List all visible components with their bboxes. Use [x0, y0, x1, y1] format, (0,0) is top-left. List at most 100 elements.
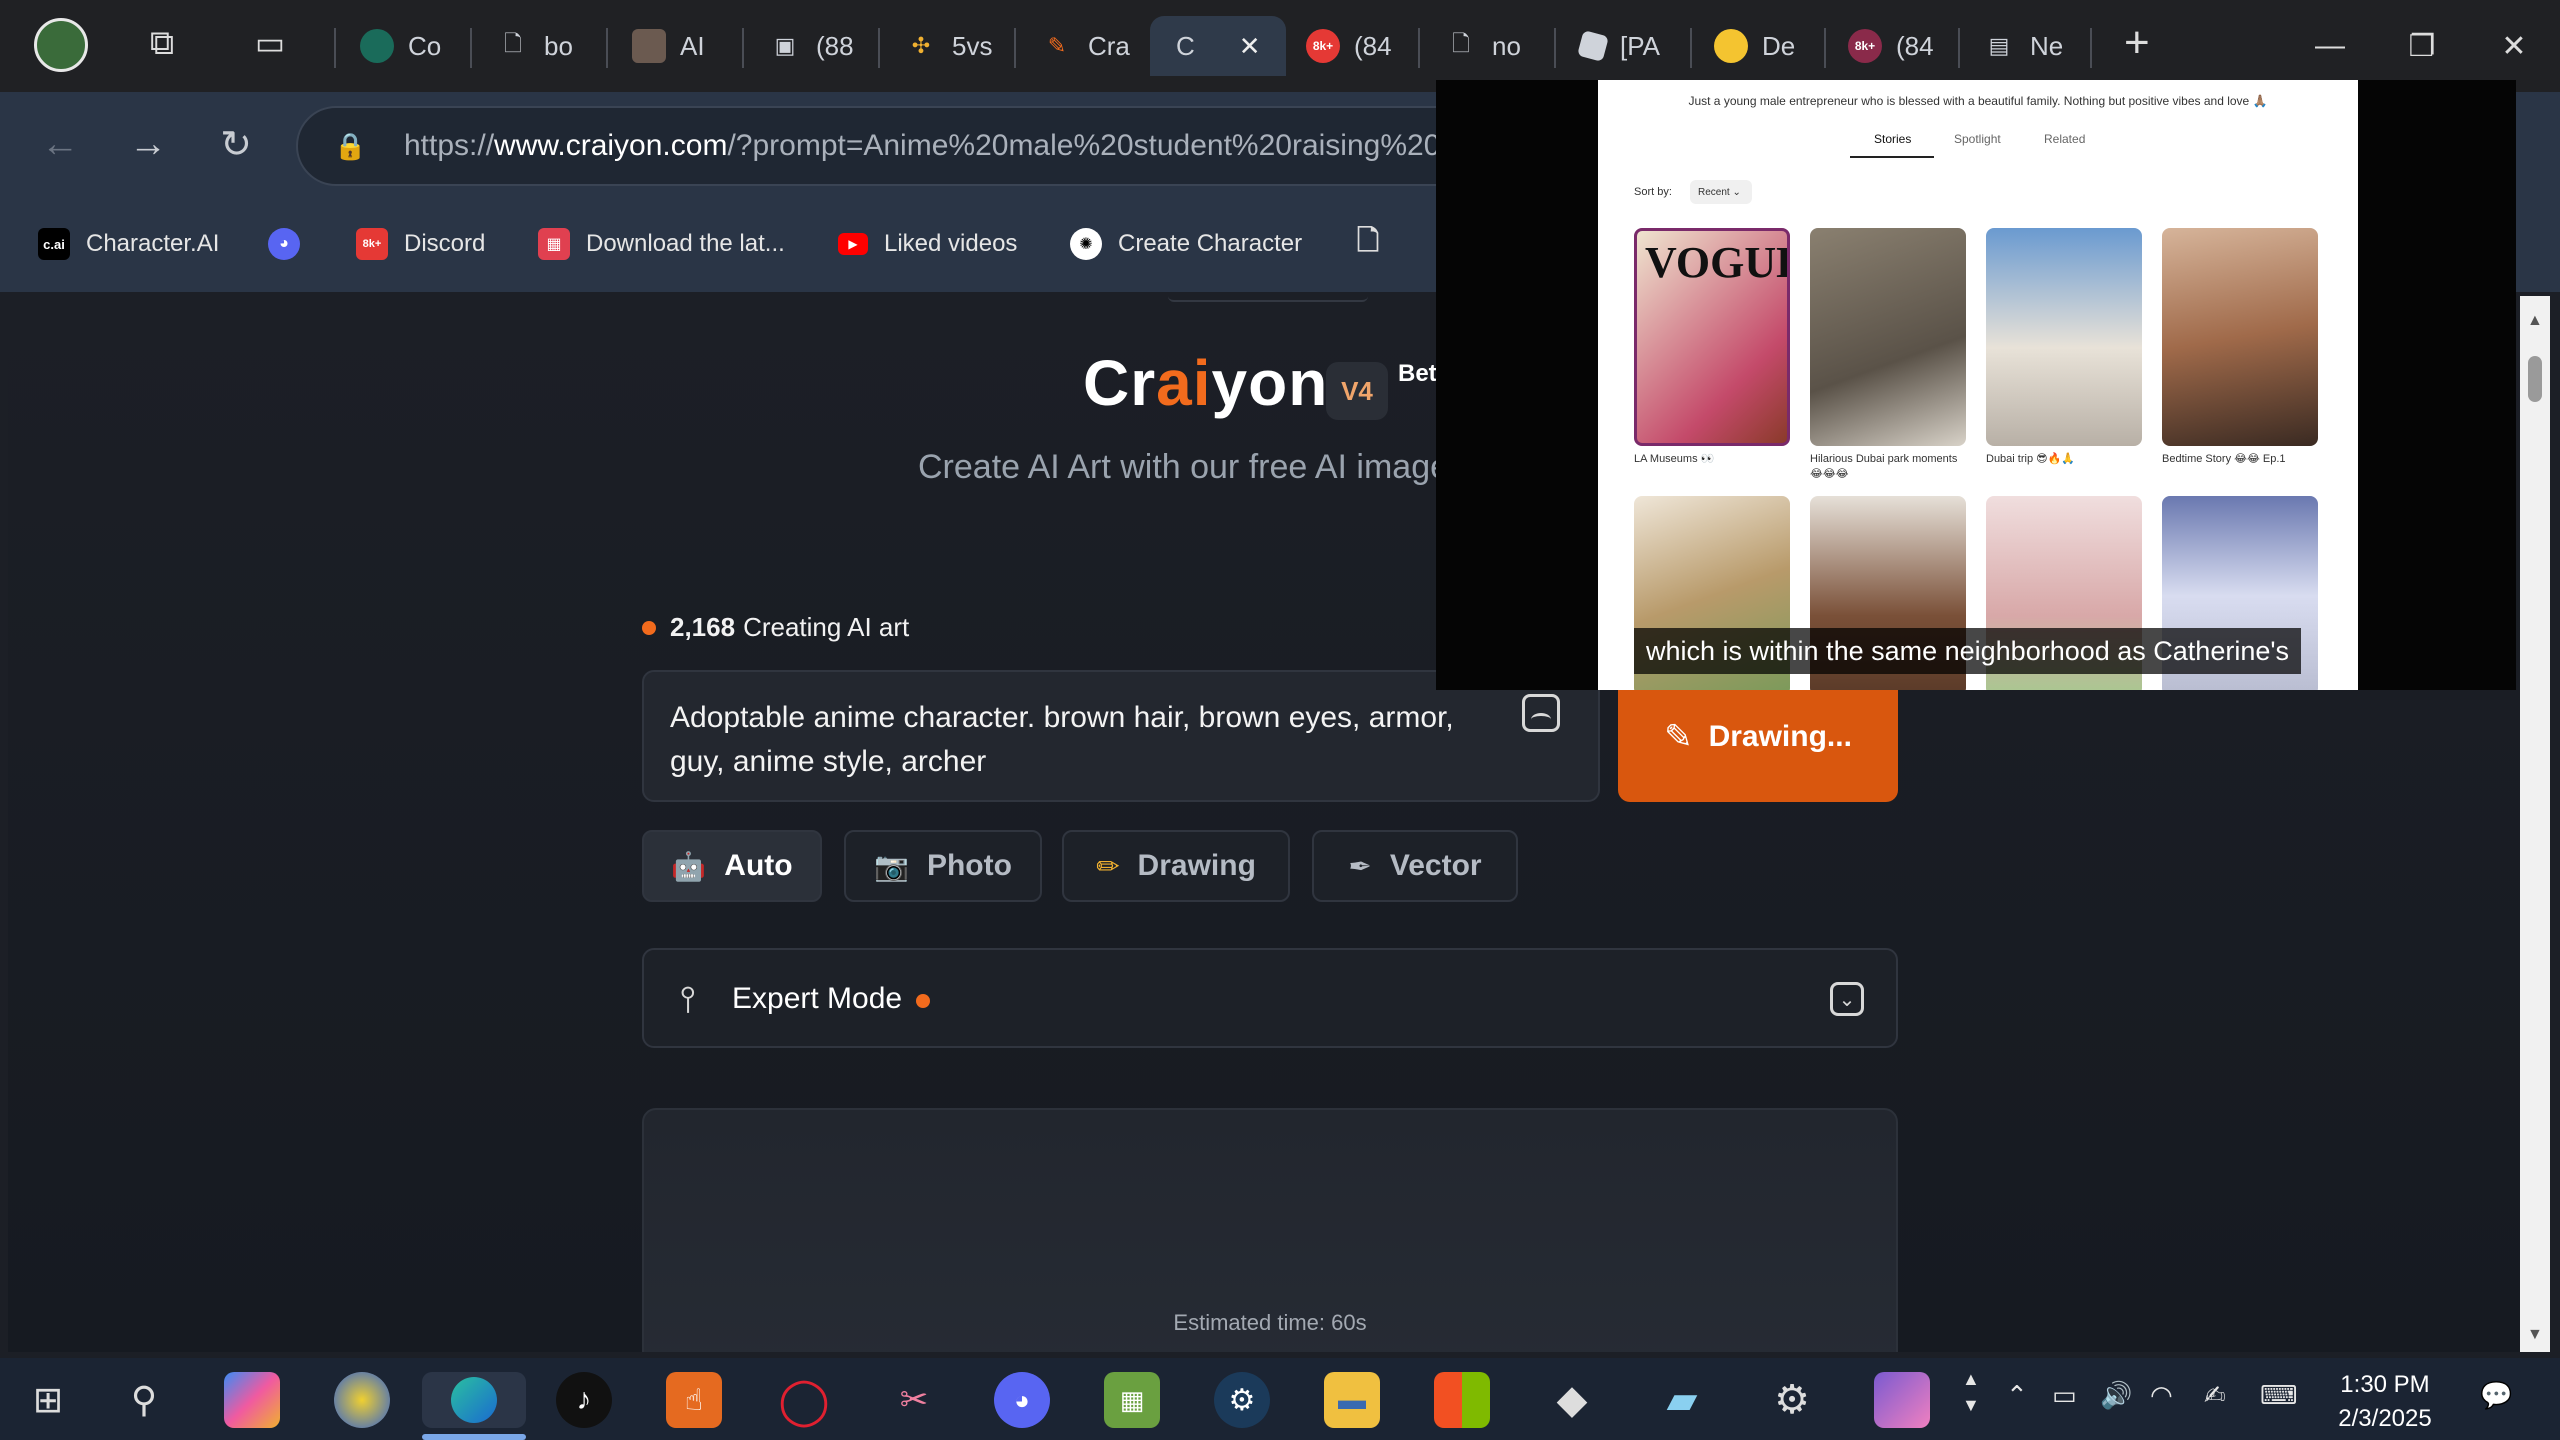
- top-pill: [1168, 296, 1368, 302]
- tab-separator: [878, 28, 880, 68]
- discord-icon[interactable]: ◕: [994, 1372, 1050, 1428]
- app-icon[interactable]: [334, 1372, 390, 1428]
- image-thumbnail-icon: [632, 29, 666, 63]
- refresh-icon[interactable]: ↻: [206, 114, 266, 174]
- active-tab-underline: [1850, 156, 1934, 158]
- bookmark-liked-videos[interactable]: ▶ Liked videos: [838, 222, 1017, 266]
- roblox-icon[interactable]: ◆: [1544, 1372, 1600, 1428]
- tab-5[interactable]: ✎ Cra: [1040, 16, 1130, 76]
- battery-icon[interactable]: ▭: [2052, 1380, 2077, 1411]
- hand-app-icon[interactable]: ☝: [666, 1372, 722, 1428]
- search-icon[interactable]: ⚲: [116, 1372, 172, 1428]
- emoji-icon: [1714, 29, 1748, 63]
- picture-frame-icon: ▣: [774, 33, 796, 58]
- opera-icon[interactable]: ◯: [776, 1372, 832, 1428]
- tab-separator: [1824, 28, 1826, 68]
- scroll-up-icon[interactable]: ▲: [2527, 312, 2543, 330]
- story-thumbnail[interactable]: [2162, 228, 2318, 446]
- keyboard-icon[interactable]: ⌨: [2260, 1380, 2298, 1411]
- robot-icon: 🤖: [671, 850, 707, 882]
- draw-button[interactable]: ✎ Drawing...: [1618, 672, 1898, 802]
- notifications-icon[interactable]: 💬: [2480, 1380, 2512, 1411]
- pen-icon[interactable]: ✍: [2204, 1380, 2226, 1411]
- back-icon[interactable]: ←: [30, 114, 90, 174]
- start-icon[interactable]: ⊞: [20, 1372, 76, 1428]
- tab-8[interactable]: 🗋 no: [1444, 16, 1521, 76]
- tab-12[interactable]: ▤ Ne: [1982, 16, 2064, 76]
- mode-vector-button[interactable]: ✒ Vector: [1312, 830, 1518, 902]
- tab-0[interactable]: Co: [360, 16, 441, 76]
- tab-separator: [334, 28, 336, 68]
- tab-9[interactable]: [PA: [1577, 16, 1660, 76]
- bookmark-document[interactable]: 🗋: [1352, 222, 1400, 266]
- new-tab-icon[interactable]: +: [2124, 18, 2150, 68]
- edge-icon[interactable]: [422, 1372, 526, 1428]
- story-thumbnail[interactable]: VOGUE: [1634, 228, 1790, 446]
- roblox-studio-icon[interactable]: ▰: [1654, 1372, 1710, 1428]
- anime-app-icon[interactable]: [1874, 1372, 1930, 1428]
- paint-icon[interactable]: ✂: [886, 1372, 942, 1428]
- tab-1[interactable]: 🗋 bo: [496, 16, 573, 76]
- story-thumbnail[interactable]: [1810, 228, 1966, 446]
- bookmark-discord[interactable]: 8k+ Discord: [356, 222, 485, 266]
- craiyon-logo[interactable]: Craiyon: [1083, 346, 1328, 420]
- restore-icon[interactable]: ❐: [2392, 20, 2452, 72]
- file-explorer-icon[interactable]: ▬: [1324, 1372, 1380, 1428]
- mode-photo-button[interactable]: 📷 Photo: [844, 830, 1042, 902]
- tab-3[interactable]: ▣ (88: [768, 16, 854, 76]
- tab-separator: [1554, 28, 1556, 68]
- clock[interactable]: 1:30 PM 2/3/2025: [2310, 1368, 2460, 1436]
- settings-icon[interactable]: ⚙: [1764, 1372, 1820, 1428]
- tab-actions-icon[interactable]: ▭: [248, 24, 292, 68]
- bookmark-create-character[interactable]: ✺ Create Character: [1070, 222, 1302, 266]
- character-ai-icon: c.ai: [38, 228, 70, 260]
- store-icon[interactable]: [1434, 1372, 1490, 1428]
- creating-status: 2,168 Creating AI art: [642, 612, 909, 643]
- minimize-icon[interactable]: —: [2300, 20, 2360, 72]
- mode-auto-button[interactable]: 🤖 Auto: [642, 830, 822, 902]
- expert-mode-toggle[interactable]: ⫯ Expert Mode ⌄: [642, 948, 1898, 1048]
- profile-avatar[interactable]: [34, 18, 88, 72]
- page-scrollbar[interactable]: ▲ ▼: [2520, 296, 2550, 1352]
- close-window-icon[interactable]: ✕: [2484, 20, 2544, 72]
- tab-active[interactable]: C ✕: [1150, 16, 1286, 76]
- tab-spotlight[interactable]: Spotlight: [1954, 132, 2001, 146]
- bookmark-discord-icon-only[interactable]: ◕: [268, 222, 316, 266]
- tiktok-icon[interactable]: ♪: [556, 1372, 612, 1428]
- tab-10[interactable]: De: [1714, 16, 1795, 76]
- tab-separator: [606, 28, 608, 68]
- sort-dropdown[interactable]: Recent ⌄: [1690, 180, 1752, 204]
- profile-bio: Just a young male entrepreneur who is bl…: [1688, 94, 2268, 108]
- scroll-down-icon[interactable]: ▼: [2527, 1326, 2543, 1344]
- tab-related[interactable]: Related: [2044, 132, 2085, 146]
- sheet-icon[interactable]: ▦: [1104, 1372, 1160, 1428]
- tab-7[interactable]: 8k+ (84: [1306, 16, 1392, 76]
- story-thumbnail[interactable]: [1986, 228, 2142, 446]
- store-icon: ▦: [538, 228, 570, 260]
- video-overlay[interactable]: Just a young male entrepreneur who is bl…: [1436, 80, 2516, 690]
- bookmark-character-ai[interactable]: c.ai Character.AI: [38, 222, 219, 266]
- steam-icon[interactable]: ⚙: [1214, 1372, 1270, 1428]
- image-upload-icon[interactable]: [1522, 694, 1560, 732]
- tab-11[interactable]: 8k+ (84: [1848, 16, 1934, 76]
- forward-icon[interactable]: →: [118, 114, 178, 174]
- tab-4[interactable]: ✣ 5vs: [904, 16, 993, 76]
- mode-drawing-button[interactable]: ✏ Drawing: [1062, 830, 1290, 902]
- tray-scroll-icon[interactable]: ▲ ▼: [1962, 1366, 1980, 1418]
- tab-stories[interactable]: Stories: [1874, 132, 1911, 146]
- bookmark-download[interactable]: ▦ Download the lat...: [538, 222, 785, 266]
- openai-icon: ✺: [1070, 228, 1102, 260]
- tab-close-icon[interactable]: ✕: [1239, 31, 1261, 62]
- lock-icon[interactable]: 🔒: [334, 131, 366, 161]
- tab-separator: [1958, 28, 1960, 68]
- show-hidden-icons-icon[interactable]: ⌃: [2006, 1380, 2028, 1411]
- tab-2[interactable]: AI: [632, 16, 705, 76]
- chevron-down-icon[interactable]: ⌄: [1830, 982, 1864, 1016]
- profile-page: Just a young male entrepreneur who is bl…: [1598, 80, 2358, 690]
- copilot-icon[interactable]: [224, 1372, 280, 1428]
- wifi-icon[interactable]: ◠: [2150, 1380, 2173, 1411]
- scroll-thumb[interactable]: [2528, 356, 2542, 402]
- volume-icon[interactable]: 🔊: [2100, 1380, 2132, 1411]
- story-caption: LA Museums 👀: [1634, 453, 1715, 465]
- workspaces-icon[interactable]: ⧉: [140, 24, 184, 68]
